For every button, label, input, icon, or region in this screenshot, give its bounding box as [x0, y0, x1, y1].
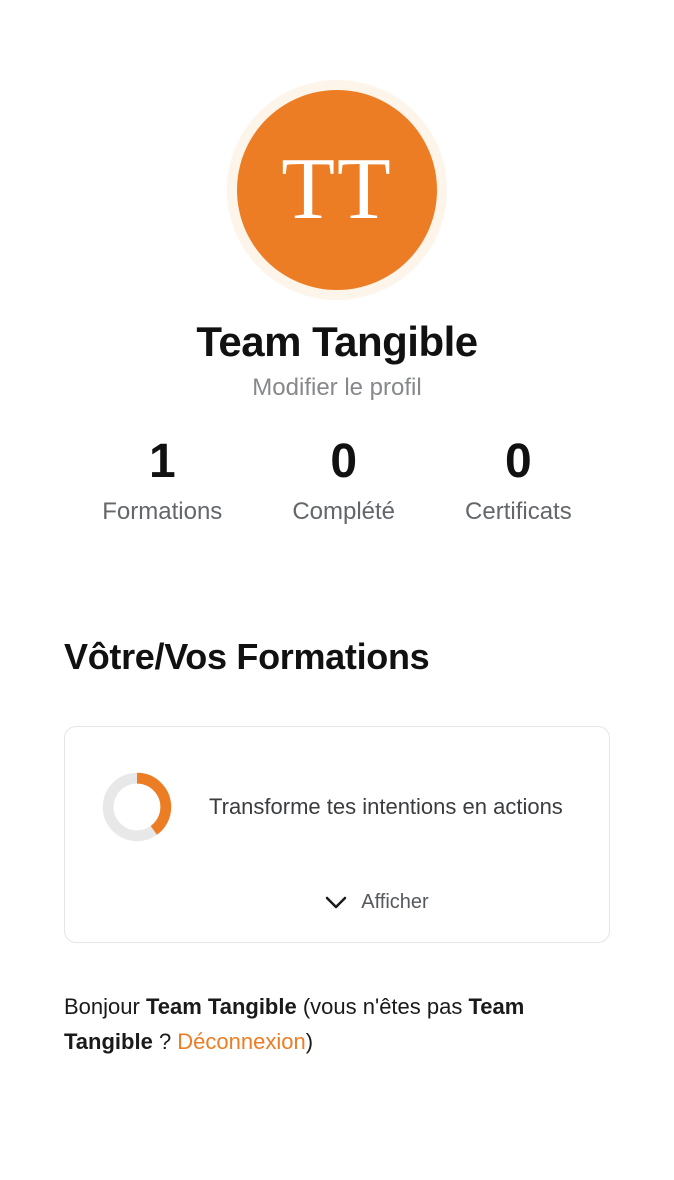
- progress-ring-icon: [101, 771, 173, 843]
- expand-label: Afficher: [361, 891, 428, 914]
- chevron-down-icon: [325, 896, 347, 910]
- greeting-username: Team Tangible: [146, 994, 297, 1019]
- greeting-text: Bonjour Team Tangible (vous n'êtes pas T…: [0, 989, 674, 1059]
- avatar[interactable]: TT: [237, 90, 437, 290]
- profile-section: TT Team Tangible Modifier le profil 1 Fo…: [0, 0, 674, 526]
- stat-value: 1: [102, 438, 222, 486]
- formations-section: Vôtre/Vos Formations Transforme tes inte…: [0, 636, 674, 943]
- section-title: Vôtre/Vos Formations: [64, 636, 610, 678]
- formation-card: Transforme tes intentions en actions Aff…: [64, 726, 610, 943]
- greeting-question: ?: [153, 1029, 177, 1054]
- logout-link[interactable]: Déconnexion: [177, 1029, 305, 1054]
- profile-name: Team Tangible: [0, 318, 674, 366]
- stat-certificates[interactable]: 0 Certificats: [465, 438, 572, 526]
- stat-value: 0: [292, 438, 395, 486]
- stats-row: 1 Formations 0 Complété 0 Certificats: [0, 438, 674, 526]
- stat-label: Complété: [292, 498, 395, 526]
- greeting-suffix: ): [306, 1029, 313, 1054]
- stat-label: Certificats: [465, 498, 572, 526]
- stat-completed[interactable]: 0 Complété: [292, 438, 395, 526]
- greeting-mid: (vous n'êtes pas: [297, 994, 469, 1019]
- stat-value: 0: [465, 438, 572, 486]
- avatar-ring: TT: [227, 80, 447, 300]
- stat-formations[interactable]: 1 Formations: [102, 438, 222, 526]
- formation-title: Transforme tes intentions en actions: [209, 791, 563, 823]
- greeting-prefix: Bonjour: [64, 994, 146, 1019]
- formation-row[interactable]: Transforme tes intentions en actions: [101, 771, 573, 843]
- edit-profile-link[interactable]: Modifier le profil: [252, 374, 421, 402]
- expand-toggle[interactable]: Afficher: [101, 891, 573, 914]
- stat-label: Formations: [102, 498, 222, 526]
